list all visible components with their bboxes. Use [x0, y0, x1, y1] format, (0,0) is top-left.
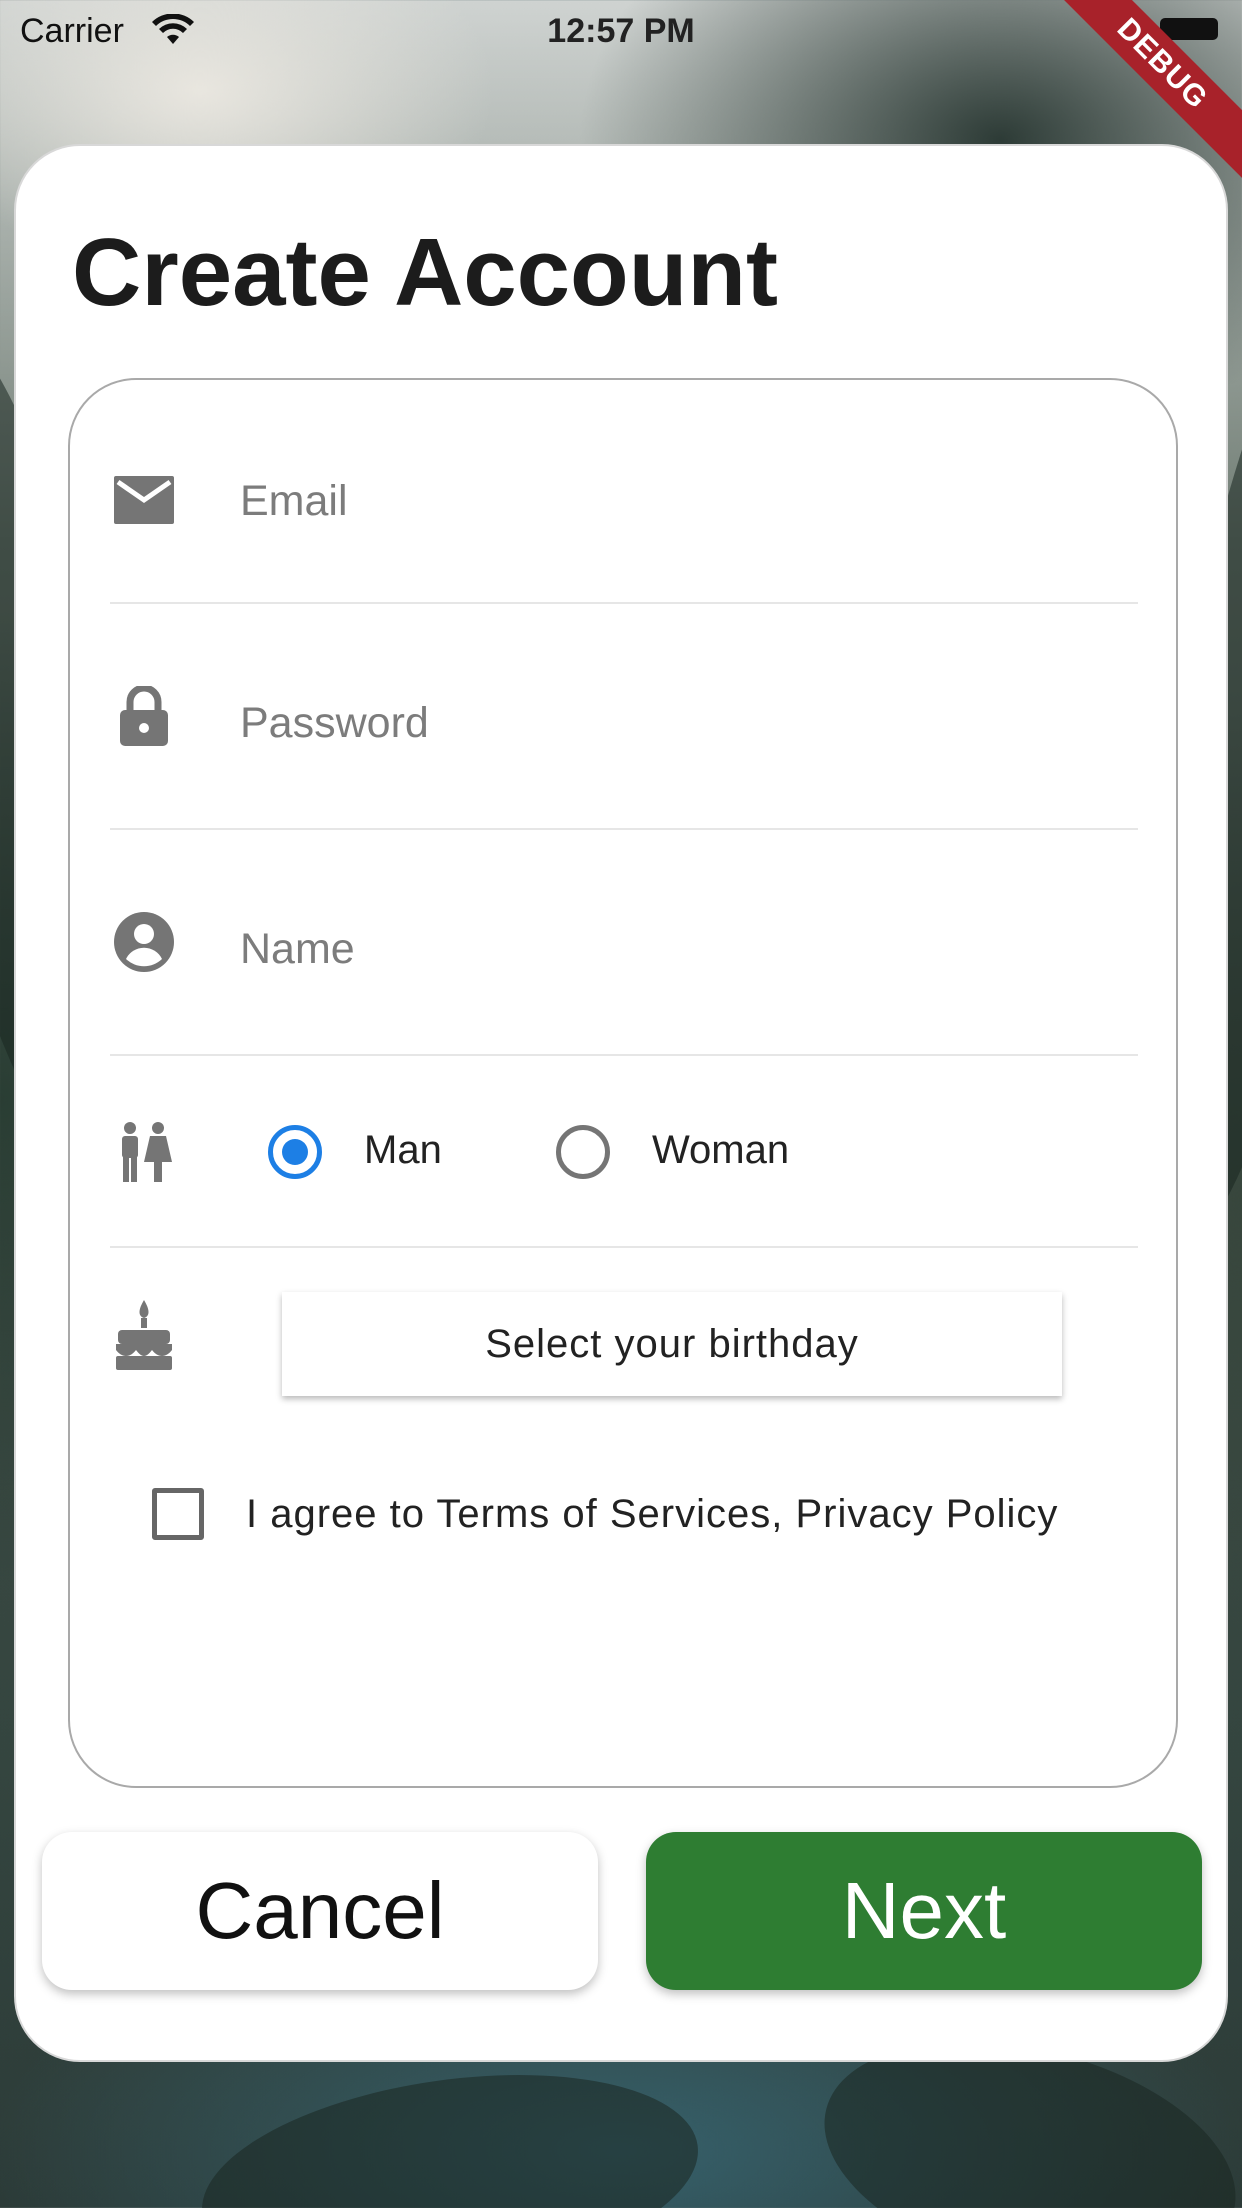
gender-woman-label[interactable]: Woman: [652, 1128, 789, 1173]
agree-checkbox[interactable]: [152, 1488, 204, 1540]
background-frond: [188, 2046, 712, 2208]
name-row: [110, 830, 1138, 1056]
password-input[interactable]: [240, 688, 1120, 758]
create-account-card: Create Account Email Name Man Woman Sele…: [14, 144, 1228, 2062]
gender-woman-radio[interactable]: [556, 1125, 610, 1179]
agree-label[interactable]: I agree to Terms of Services, Privacy Po…: [246, 1492, 1058, 1537]
lock-icon: [120, 686, 168, 746]
select-birthday-button[interactable]: Select your birthday: [282, 1292, 1062, 1396]
wc-icon: [122, 1122, 172, 1182]
page-title: Create Account: [72, 219, 778, 326]
next-button[interactable]: Next: [646, 1832, 1202, 1990]
agree-row: I agree to Terms of Services, Privacy Po…: [110, 1480, 1138, 1560]
clock-time: 12:57 PM: [547, 12, 695, 50]
cancel-button[interactable]: Cancel: [42, 1832, 598, 1990]
email-input[interactable]: [240, 466, 1120, 536]
password-row: [110, 604, 1138, 830]
account-circle-icon: [114, 912, 174, 972]
birthday-row: Select your birthday: [110, 1248, 1138, 1448]
status-bar: Carrier 12:57 PM DEBUG: [0, 0, 1242, 188]
cake-icon: [116, 1300, 172, 1370]
gender-man-label[interactable]: Man: [364, 1128, 442, 1173]
gender-man-radio[interactable]: [268, 1125, 322, 1179]
email-row: [110, 380, 1138, 604]
gender-row: Man Woman: [110, 1056, 1138, 1248]
signup-form: Man Woman Select your birthday I agree t…: [68, 378, 1178, 1788]
name-input[interactable]: [240, 914, 1120, 984]
mail-icon: [114, 476, 174, 524]
